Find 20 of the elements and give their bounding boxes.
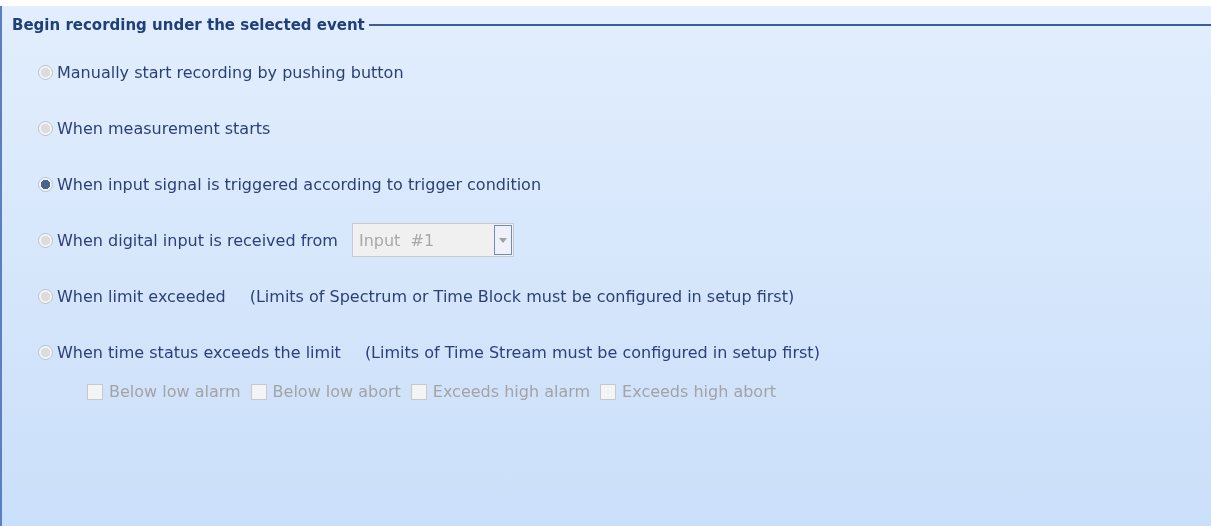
checkbox-label: Below low alarm xyxy=(109,382,241,401)
option-label: When digital input is received from xyxy=(57,230,338,250)
radio-button[interactable] xyxy=(38,232,53,248)
option-note: (Limits of Spectrum or Time Block must be configured in setup first) xyxy=(249,286,795,306)
caret-icon xyxy=(498,237,507,243)
radio-button[interactable] xyxy=(38,176,53,192)
radio-button[interactable] xyxy=(38,64,53,80)
radio-button[interactable] xyxy=(38,120,53,136)
option-label: When measurement starts xyxy=(57,118,271,138)
option-label: When limit exceeded xyxy=(57,286,226,306)
checkbox-label: Exceeds high abort xyxy=(622,382,776,401)
checkbox-label: Below low abort xyxy=(272,382,401,401)
option-label: When input signal is triggered according to trigger condition xyxy=(57,174,542,194)
checkbox-label: Exceeds high alarm xyxy=(432,382,591,401)
radio-button[interactable] xyxy=(38,344,53,360)
option-label: When time status exceeds the limit xyxy=(57,342,341,362)
radio-button[interactable] xyxy=(38,288,53,304)
group-title: Begin recording under the selected event xyxy=(12,16,365,34)
option-label: Manually start recording by pushing button xyxy=(57,62,404,82)
option-note: (Limits of Time Stream must be configured in setup first) xyxy=(364,342,820,362)
